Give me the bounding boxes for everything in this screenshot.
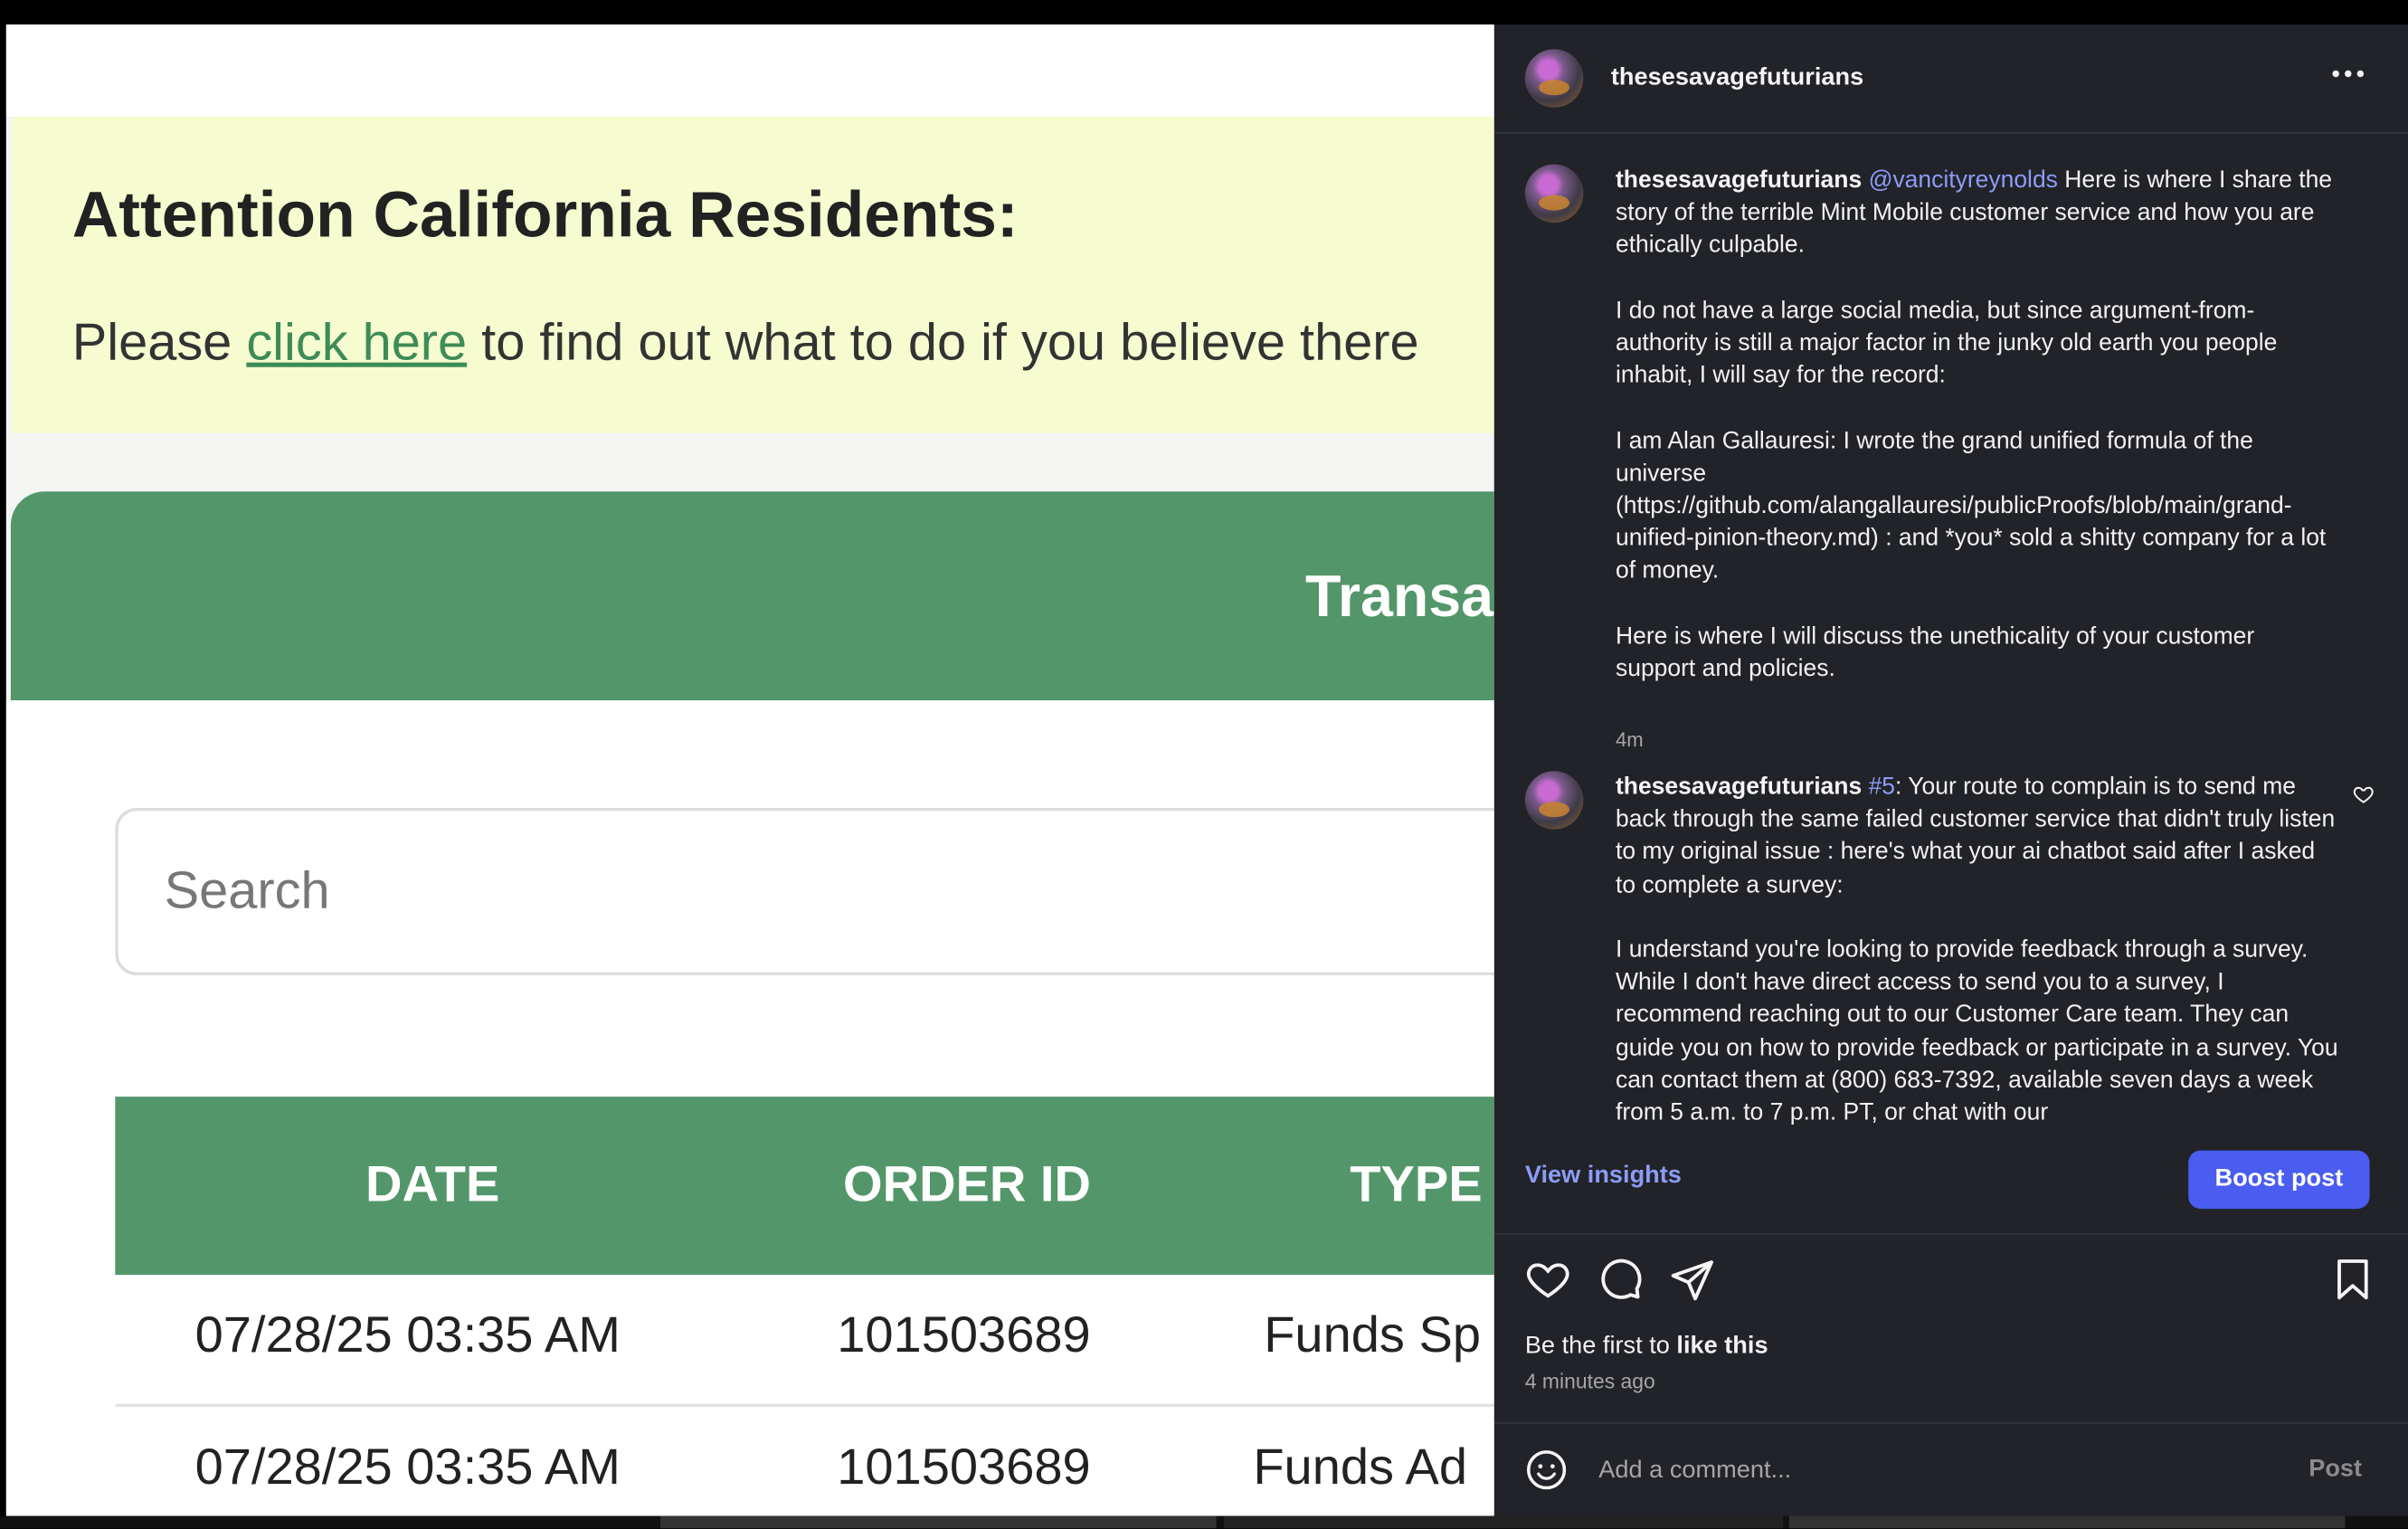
- heart-icon[interactable]: [1525, 1257, 1571, 1303]
- page-top-bar: [5, 24, 1494, 118]
- taskbar-segment[interactable]: [660, 1515, 1217, 1529]
- section-title: Transa: [1305, 565, 1494, 631]
- comment-mention[interactable]: @vancityreynolds: [1869, 167, 2058, 194]
- more-options-icon[interactable]: [2331, 62, 2365, 92]
- comment-body: : Your route to complain is to send me b…: [1615, 774, 2338, 1126]
- comment-icon[interactable]: [1597, 1257, 1644, 1303]
- post-detail-panel: thesesavagefuturians thesesavagefuturian…: [1493, 24, 2408, 1516]
- comment-age: 4m: [1615, 727, 1644, 752]
- add-comment-bar: Post: [1493, 1422, 2408, 1516]
- search-input[interactable]: [161, 848, 1489, 935]
- row-date: 07/28/25 03:35 AM: [194, 1438, 621, 1495]
- transactions-section-header: Transa: [10, 491, 1494, 701]
- send-icon[interactable]: [1669, 1257, 1715, 1303]
- row-order-id: 101503689: [837, 1306, 1091, 1363]
- likes-prefix: Be the first to: [1524, 1333, 1677, 1360]
- transactions-table: DATE ORDER ID TYPE 07/28/25 03:35 AM 101…: [115, 1097, 1494, 1515]
- comment-like-icon[interactable]: [2353, 783, 2375, 805]
- view-insights-link[interactable]: View insights: [1525, 1163, 1682, 1191]
- bookmark-icon[interactable]: [2329, 1257, 2375, 1303]
- table-row[interactable]: 07/28/25 03:35 AM 101503689 Funds Sp: [115, 1275, 1494, 1408]
- transactions-body: DATE ORDER ID TYPE 07/28/25 03:35 AM 101…: [5, 700, 1494, 1516]
- boost-post-button[interactable]: Boost post: [2188, 1150, 2370, 1210]
- post-header: thesesavagefuturians: [1493, 24, 2408, 134]
- likes-summary: Be the first to like this: [1525, 1334, 1768, 1362]
- insights-row: View insights Boost post: [1493, 1129, 2408, 1235]
- banner-title: Attention California Residents:: [71, 177, 1019, 251]
- comment-body: Here is where I share the story of the t…: [1615, 167, 2333, 682]
- banner-text: Please click here to find out what to do…: [72, 313, 1419, 373]
- banner-text-after: to find out what to do if you believe th…: [467, 313, 1419, 372]
- comments-list[interactable]: thesesavagefuturians @vancityreynolds He…: [1494, 134, 2408, 1129]
- transactions-webpage: Attention California Residents: Please c…: [5, 24, 1494, 1516]
- table-header: DATE ORDER ID TYPE: [115, 1097, 1494, 1276]
- taskbar-segment[interactable]: [1788, 1515, 2346, 1529]
- bottom-taskbar: [0, 1515, 2408, 1529]
- comment-text: thesesavagefuturians @vancityreynolds He…: [1616, 165, 2340, 686]
- california-notice-banner: Attention California Residents: Please c…: [12, 117, 1494, 433]
- row-type: Funds Sp: [1264, 1306, 1482, 1363]
- banner-text-before: Please: [71, 313, 247, 372]
- row-order-id: 101503689: [837, 1438, 1091, 1495]
- table-row[interactable]: 07/28/25 03:35 AM 101503689 Funds Ad: [115, 1407, 1494, 1516]
- post-comment-button[interactable]: Post: [2299, 1455, 2371, 1486]
- post-author[interactable]: thesesavagefuturians: [1611, 64, 1863, 92]
- column-header-date[interactable]: DATE: [365, 1155, 499, 1214]
- click-here-link[interactable]: click here: [246, 313, 467, 372]
- comment-input[interactable]: [1595, 1448, 2278, 1495]
- comment-hashtag[interactable]: #5: [1869, 774, 1895, 801]
- comment-author[interactable]: thesesavagefuturians: [1616, 774, 1862, 801]
- search-box[interactable]: [115, 807, 1494, 976]
- emoji-icon[interactable]: [1525, 1448, 1569, 1492]
- row-date: 07/28/25 03:35 AM: [194, 1306, 621, 1363]
- post-time: 4 minutes ago: [1524, 1370, 1655, 1393]
- comment-text: thesesavagefuturians #5: Your route to c…: [1616, 771, 2340, 1129]
- comment-author[interactable]: thesesavagefuturians: [1616, 167, 1862, 194]
- post-actions: [1494, 1253, 2408, 1315]
- comment-avatar[interactable]: [1524, 771, 1584, 830]
- comment-avatar[interactable]: [1524, 164, 1584, 223]
- like-this-link[interactable]: like this: [1676, 1334, 1768, 1360]
- row-type: Funds Ad: [1253, 1438, 1468, 1495]
- column-header-type[interactable]: TYPE: [1350, 1155, 1482, 1214]
- taskbar-segment[interactable]: [1224, 1515, 1784, 1529]
- author-avatar[interactable]: [1524, 49, 1584, 108]
- column-header-order-id[interactable]: ORDER ID: [843, 1155, 1091, 1214]
